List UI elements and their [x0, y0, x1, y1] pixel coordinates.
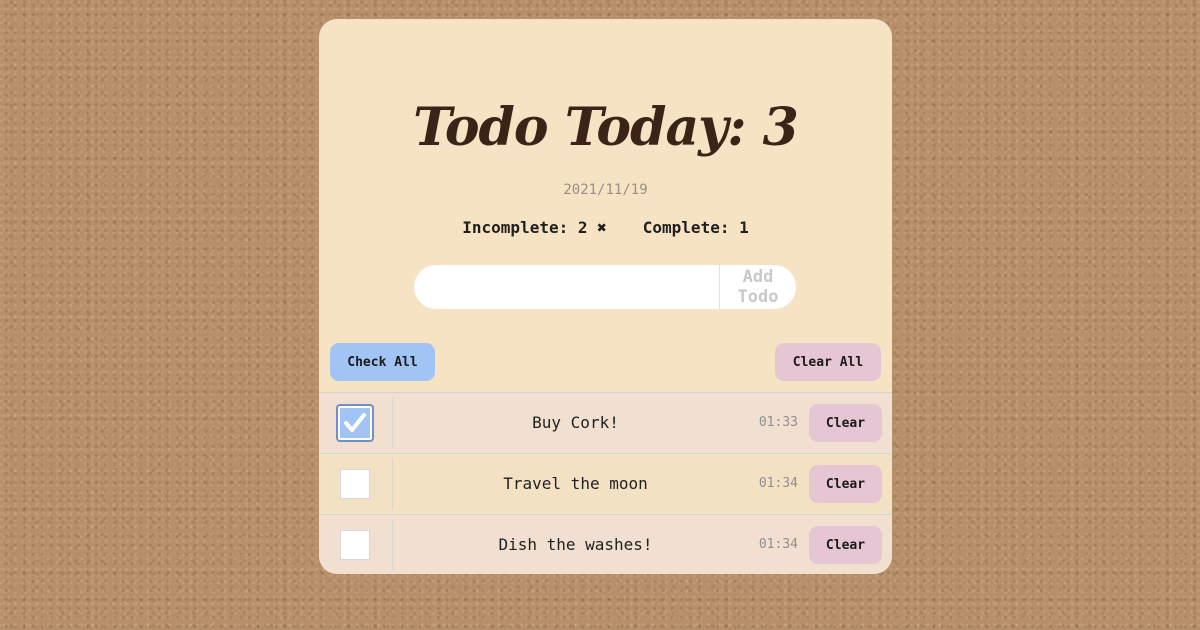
todo-row: Dish the washes! 01:34 Clear [319, 514, 892, 574]
complete-count: Complete: 1 [642, 218, 749, 237]
todo-list: Buy Cork! 01:33 Clear Travel the moon 01… [319, 392, 892, 574]
add-todo-form: Add Todo [414, 265, 796, 309]
todo-checkbox[interactable] [336, 404, 374, 442]
todo-checkbox[interactable] [340, 530, 370, 560]
todo-row: Travel the moon 01:34 Clear [319, 453, 892, 514]
todo-time: 01:34 [758, 476, 798, 491]
checkmark-icon [344, 413, 366, 432]
add-todo-button[interactable]: Add Todo [719, 265, 796, 309]
todo-text: Dish the washes! [498, 535, 653, 554]
clear-todo-button[interactable]: Clear [809, 465, 882, 503]
clear-all-button[interactable]: Clear All [775, 343, 881, 381]
todo-time: 01:34 [758, 537, 798, 552]
todo-text: Travel the moon [503, 474, 648, 493]
incomplete-count: Incomplete: 2 ✖ [462, 218, 607, 237]
clear-todo-button[interactable]: Clear [809, 404, 882, 442]
clear-todo-button[interactable]: Clear [809, 526, 882, 564]
todo-time: 01:33 [758, 415, 798, 430]
todo-card: Todo Today: 3 2021/11/19 Incomplete: 2 ✖… [319, 19, 892, 574]
todo-checkbox[interactable] [340, 469, 370, 499]
check-all-button[interactable]: Check All [330, 343, 435, 381]
date-label: 2021/11/19 [563, 182, 648, 198]
todo-input[interactable] [414, 265, 719, 309]
page-title: Todo Today: 3 [413, 97, 799, 158]
stats-bar: Incomplete: 2 ✖ Complete: 1 [319, 218, 892, 237]
todo-row: Buy Cork! 01:33 Clear [319, 392, 892, 453]
todo-text: Buy Cork! [532, 413, 619, 432]
